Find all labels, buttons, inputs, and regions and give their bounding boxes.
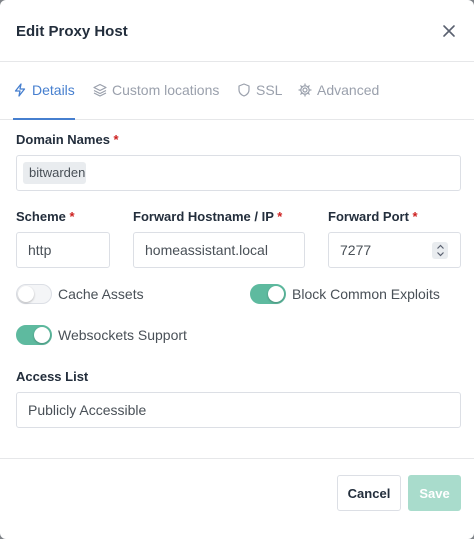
scheme-select[interactable]: http (16, 232, 110, 268)
scheme-value: http (28, 242, 52, 258)
access-list-label: Access List (16, 369, 89, 384)
tab-ssl[interactable]: SSL (237, 82, 282, 98)
toggle-knob (268, 286, 284, 302)
scheme-label: Scheme * (16, 209, 75, 224)
save-button[interactable]: Save (408, 475, 461, 511)
websockets-label: Websockets Support (58, 327, 187, 343)
forward-port-value: 7277 (340, 242, 372, 258)
gear-icon (298, 83, 312, 97)
forward-port-input[interactable]: 7277 (328, 232, 461, 268)
dialog-header: Edit Proxy Host (0, 0, 474, 62)
tab-details[interactable]: Details (13, 82, 75, 120)
tab-label: Advanced (317, 82, 380, 98)
chevron-down-icon[interactable] (436, 251, 445, 257)
toggle-knob (34, 327, 50, 343)
layers-icon (93, 83, 107, 97)
forward-hostname-input[interactable]: homeassistant.local (133, 232, 305, 268)
tab-label: Custom locations (112, 82, 220, 98)
access-list-value: Publicly Accessible (28, 402, 147, 418)
toggle-knob (18, 286, 34, 302)
tab-custom-locations[interactable]: Custom locations (93, 82, 219, 98)
block-exploits-label: Block Common Exploits (292, 286, 440, 302)
port-stepper[interactable] (432, 242, 448, 259)
tab-label: Details (32, 82, 75, 98)
tab-advanced[interactable]: Advanced (298, 82, 379, 98)
cancel-button[interactable]: Cancel (337, 475, 401, 511)
lightning-icon (14, 83, 26, 97)
dialog-footer: Cancel Save (0, 458, 474, 539)
forward-port-label: Forward Port * (328, 209, 418, 224)
tab-label: SSL (256, 82, 283, 98)
domain-names-input[interactable]: bitwarden.c (16, 155, 461, 191)
cache-assets-toggle[interactable] (16, 284, 52, 304)
edit-proxy-host-dialog: Edit Proxy Host Details Custom locations… (0, 0, 474, 539)
block-exploits-toggle[interactable] (250, 284, 286, 304)
domain-chip[interactable]: bitwarden.c (23, 162, 86, 184)
cache-assets-label: Cache Assets (58, 286, 144, 302)
forward-hostname-value: homeassistant.local (145, 242, 268, 258)
domain-names-label: Domain Names * (16, 132, 119, 147)
access-list-select[interactable]: Publicly Accessible (16, 392, 461, 428)
close-icon[interactable] (440, 22, 458, 40)
tab-bar: Details Custom locations SSL Advanced (0, 62, 474, 120)
forward-hostname-label: Forward Hostname / IP * (133, 209, 283, 224)
chevron-up-icon[interactable] (436, 244, 445, 250)
shield-icon (238, 83, 250, 97)
websockets-toggle[interactable] (16, 325, 52, 345)
dialog-title: Edit Proxy Host (16, 23, 128, 40)
